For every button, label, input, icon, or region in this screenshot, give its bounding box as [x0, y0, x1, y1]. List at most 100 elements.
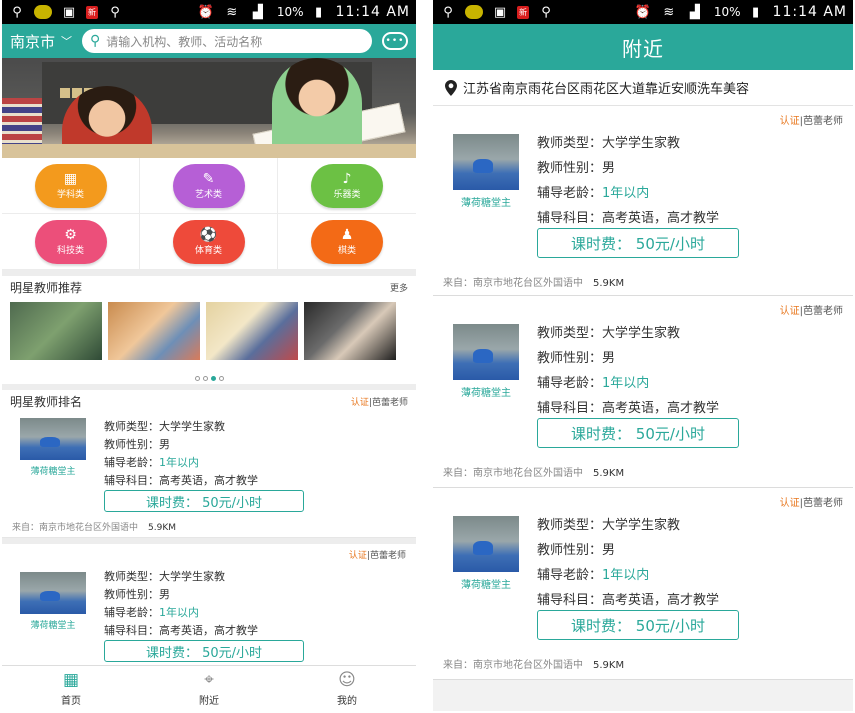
avatar[interactable]: [453, 134, 519, 190]
teacher-name[interactable]: 薄荷糖堂主: [30, 467, 75, 477]
fee-button[interactable]: 课时费： 50元/小时: [537, 228, 739, 258]
signal-icon: ▟: [252, 4, 263, 20]
distance: 5.9KM: [593, 660, 625, 671]
teacher-gender-row: 教师性别：男: [104, 438, 170, 451]
home-screen: ⚲ ▣ 新 ⚲ ⏰ ≋ ▟ 10% ▮ 11:14 AM 南京市 ﹀ ⚲ 请输入…: [2, 0, 416, 711]
clock: 11:14 AM: [772, 4, 847, 20]
category-button[interactable]: ⚽ 体育类: [172, 219, 245, 264]
category-button[interactable]: ♟ 棋类: [311, 219, 383, 264]
status-bar: ⚲ ▣ 新 ⚲ ⏰ ≋ ▟ 10% ▮ 11:14 AM: [433, 0, 853, 24]
category-grid: ▦ 学科类 ✎ 艺术类 ♪ 乐器类 ⚙ 科技类 ⚽ 体育类 ♟ 棋类: [2, 158, 416, 270]
teacher-avatar-block[interactable]: 薄荷糖堂主: [453, 134, 519, 209]
category-cell[interactable]: ✎ 艺术类: [140, 158, 278, 214]
search-placeholder: 请输入机构、教师、活动名称: [106, 34, 263, 49]
image-icon: ▣: [493, 4, 507, 20]
category-label: 乐器类: [333, 190, 361, 200]
category-button[interactable]: ⚙ 科技类: [34, 219, 107, 264]
teaching-age-row: 辅导老龄：1年以内: [104, 606, 199, 619]
teaching-age-row: 辅导老龄：1年以内: [537, 568, 650, 583]
teacher-photo-strip[interactable]: [2, 298, 416, 374]
teaching-age-row: 辅导老龄：1年以内: [537, 376, 650, 391]
nav-label: 首页: [61, 696, 81, 707]
teacher-photo[interactable]: [304, 302, 396, 360]
teacher-name[interactable]: 薄荷糖堂主: [461, 580, 511, 591]
teacher-avatar-block[interactable]: 薄荷糖堂主: [453, 324, 519, 399]
teacher-name[interactable]: 薄荷糖堂主: [461, 198, 511, 209]
alarm-icon: ⏰: [197, 4, 214, 20]
promo-banner[interactable]: [2, 58, 416, 158]
avatar[interactable]: [453, 324, 519, 380]
subject-row: 辅导科目：高考英语，高才教学: [537, 211, 720, 226]
battery-percent: 10%: [713, 5, 741, 19]
avatar[interactable]: [453, 516, 519, 572]
nav-profile[interactable]: ☺ 我的: [278, 666, 416, 711]
category-button[interactable]: ✎ 艺术类: [172, 163, 245, 208]
teacher-name[interactable]: 薄荷糖堂主: [461, 388, 511, 399]
carousel-dot-active[interactable]: [210, 375, 216, 381]
category-button[interactable]: ▦ 学科类: [34, 163, 107, 208]
category-cell[interactable]: ♟ 棋类: [278, 214, 416, 270]
teacher-type-row: 教师类型：大学学生家教: [104, 420, 225, 433]
user-icon: ☺: [338, 670, 356, 690]
location-text: 江苏省南京雨花台区雨花区大道靠近安顺洗车美容: [463, 82, 750, 97]
teacher-card[interactable]: 认证|芭蕾老师 薄荷糖堂主 教师类型：大学学生家教 教师性别：男 辅导老龄：1年…: [433, 488, 853, 680]
category-icon: ▦: [63, 171, 78, 187]
building-icon: ▦: [62, 670, 80, 690]
city-selector[interactable]: 南京市: [10, 31, 55, 52]
teacher-photo[interactable]: [206, 302, 298, 360]
star-rank-header: 明星教师排名 认证|芭蕾老师: [2, 384, 416, 412]
category-button[interactable]: ♪ 乐器类: [311, 163, 383, 208]
cert-badge: 认证|芭蕾老师: [779, 116, 843, 127]
search-icon: ⚲: [541, 4, 551, 20]
avatar[interactable]: [20, 572, 86, 614]
teacher-photo[interactable]: [10, 302, 102, 360]
battery-percent: 10%: [276, 5, 304, 19]
nav-nearby[interactable]: ⌖ 附近: [140, 666, 278, 711]
search-icon: ⚲: [12, 4, 22, 20]
teacher-name[interactable]: 薄荷糖堂主: [30, 621, 75, 631]
teacher-gender-row: 教师性别：男: [537, 543, 616, 558]
status-bar: ⚲ ▣ 新 ⚲ ⏰ ≋ ▟ 10% ▮ 11:14 AM: [2, 0, 416, 24]
search-input[interactable]: ⚲ 请输入机构、教师、活动名称: [82, 29, 372, 53]
carousel-dot[interactable]: [218, 375, 224, 381]
teacher-avatar-block[interactable]: 薄荷糖堂主: [453, 516, 519, 591]
notification-tag: 新: [517, 5, 529, 19]
carousel-dot[interactable]: [202, 375, 208, 381]
chevron-down-icon[interactable]: ﹀: [61, 33, 72, 49]
fee-button[interactable]: 课时费： 50元/小时: [104, 490, 304, 512]
teacher-type-row: 教师类型：大学学生家教: [537, 518, 681, 533]
distance: 5.9KM: [593, 468, 625, 479]
category-icon: ⚽: [199, 227, 218, 243]
teacher-card[interactable]: 认证|芭蕾老师 薄荷糖堂主 教师类型：大学学生家教 教师性别：男 辅导老龄：1年…: [433, 296, 853, 488]
more-link[interactable]: 更多: [390, 281, 408, 294]
subject-row: 辅导科目：高考英语，高才教学: [537, 593, 720, 608]
teacher-card[interactable]: 认证|芭蕾老师 薄荷糖堂主 教师类型：大学学生家教 教师性别：男 辅导老龄：1年…: [433, 106, 853, 296]
wifi-icon: ≋: [226, 4, 238, 20]
nav-home[interactable]: ▦ 首页: [2, 666, 140, 711]
fee-button[interactable]: 课时费： 50元/小时: [537, 610, 739, 640]
current-location[interactable]: 江苏省南京雨花台区雨花区大道靠近安顺洗车美容: [433, 70, 853, 106]
subject-row: 辅导科目：高考英语，高才教学: [104, 474, 258, 487]
star-recommend-header: 明星教师推荐 更多: [2, 270, 416, 298]
category-cell[interactable]: ⚙ 科技类: [2, 214, 140, 270]
teacher-avatar-block[interactable]: 薄荷糖堂主: [20, 418, 86, 477]
carousel-dot[interactable]: [194, 375, 200, 381]
category-cell[interactable]: ⚽ 体育类: [140, 214, 278, 270]
subject-row: 辅导科目：高考英语，高才教学: [104, 624, 258, 637]
teacher-card[interactable]: 薄荷糖堂主 教师类型：大学学生家教 教师性别：男 辅导老龄：1年以内 辅导科目：…: [2, 412, 416, 538]
clock: 11:14 AM: [335, 4, 410, 20]
category-label: 学科类: [56, 190, 84, 200]
message-icon[interactable]: •••: [382, 32, 408, 50]
category-cell[interactable]: ♪ 乐器类: [278, 158, 416, 214]
category-label: 棋类: [337, 246, 356, 256]
teacher-type-row: 教师类型：大学学生家教: [537, 136, 681, 151]
fee-button[interactable]: 课时费： 50元/小时: [537, 418, 739, 448]
cert-badge: 认证|芭蕾老师: [348, 551, 406, 561]
fee-button[interactable]: 课时费： 50元/小时: [104, 640, 304, 662]
avatar[interactable]: [20, 418, 86, 460]
teacher-avatar-block[interactable]: 薄荷糖堂主: [20, 572, 86, 631]
teacher-photo[interactable]: [108, 302, 200, 360]
category-cell[interactable]: ▦ 学科类: [2, 158, 140, 214]
teaching-age-row: 辅导老龄：1年以内: [537, 186, 650, 201]
teacher-type-row: 教师类型：大学学生家教: [104, 570, 225, 583]
